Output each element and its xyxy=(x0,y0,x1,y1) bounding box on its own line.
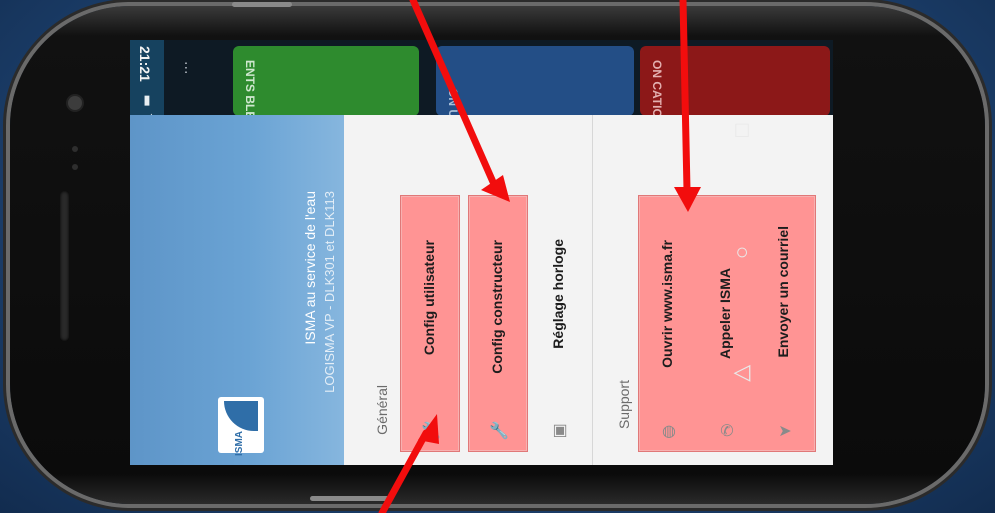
annotation-arrows xyxy=(378,0,701,513)
annotation-arrowhead xyxy=(674,187,701,212)
annotation-arrowhead xyxy=(418,414,439,444)
annotation-arrow-line xyxy=(378,429,430,513)
annotation-arrow-line xyxy=(409,0,497,186)
annotation-arrow-line xyxy=(679,0,691,194)
